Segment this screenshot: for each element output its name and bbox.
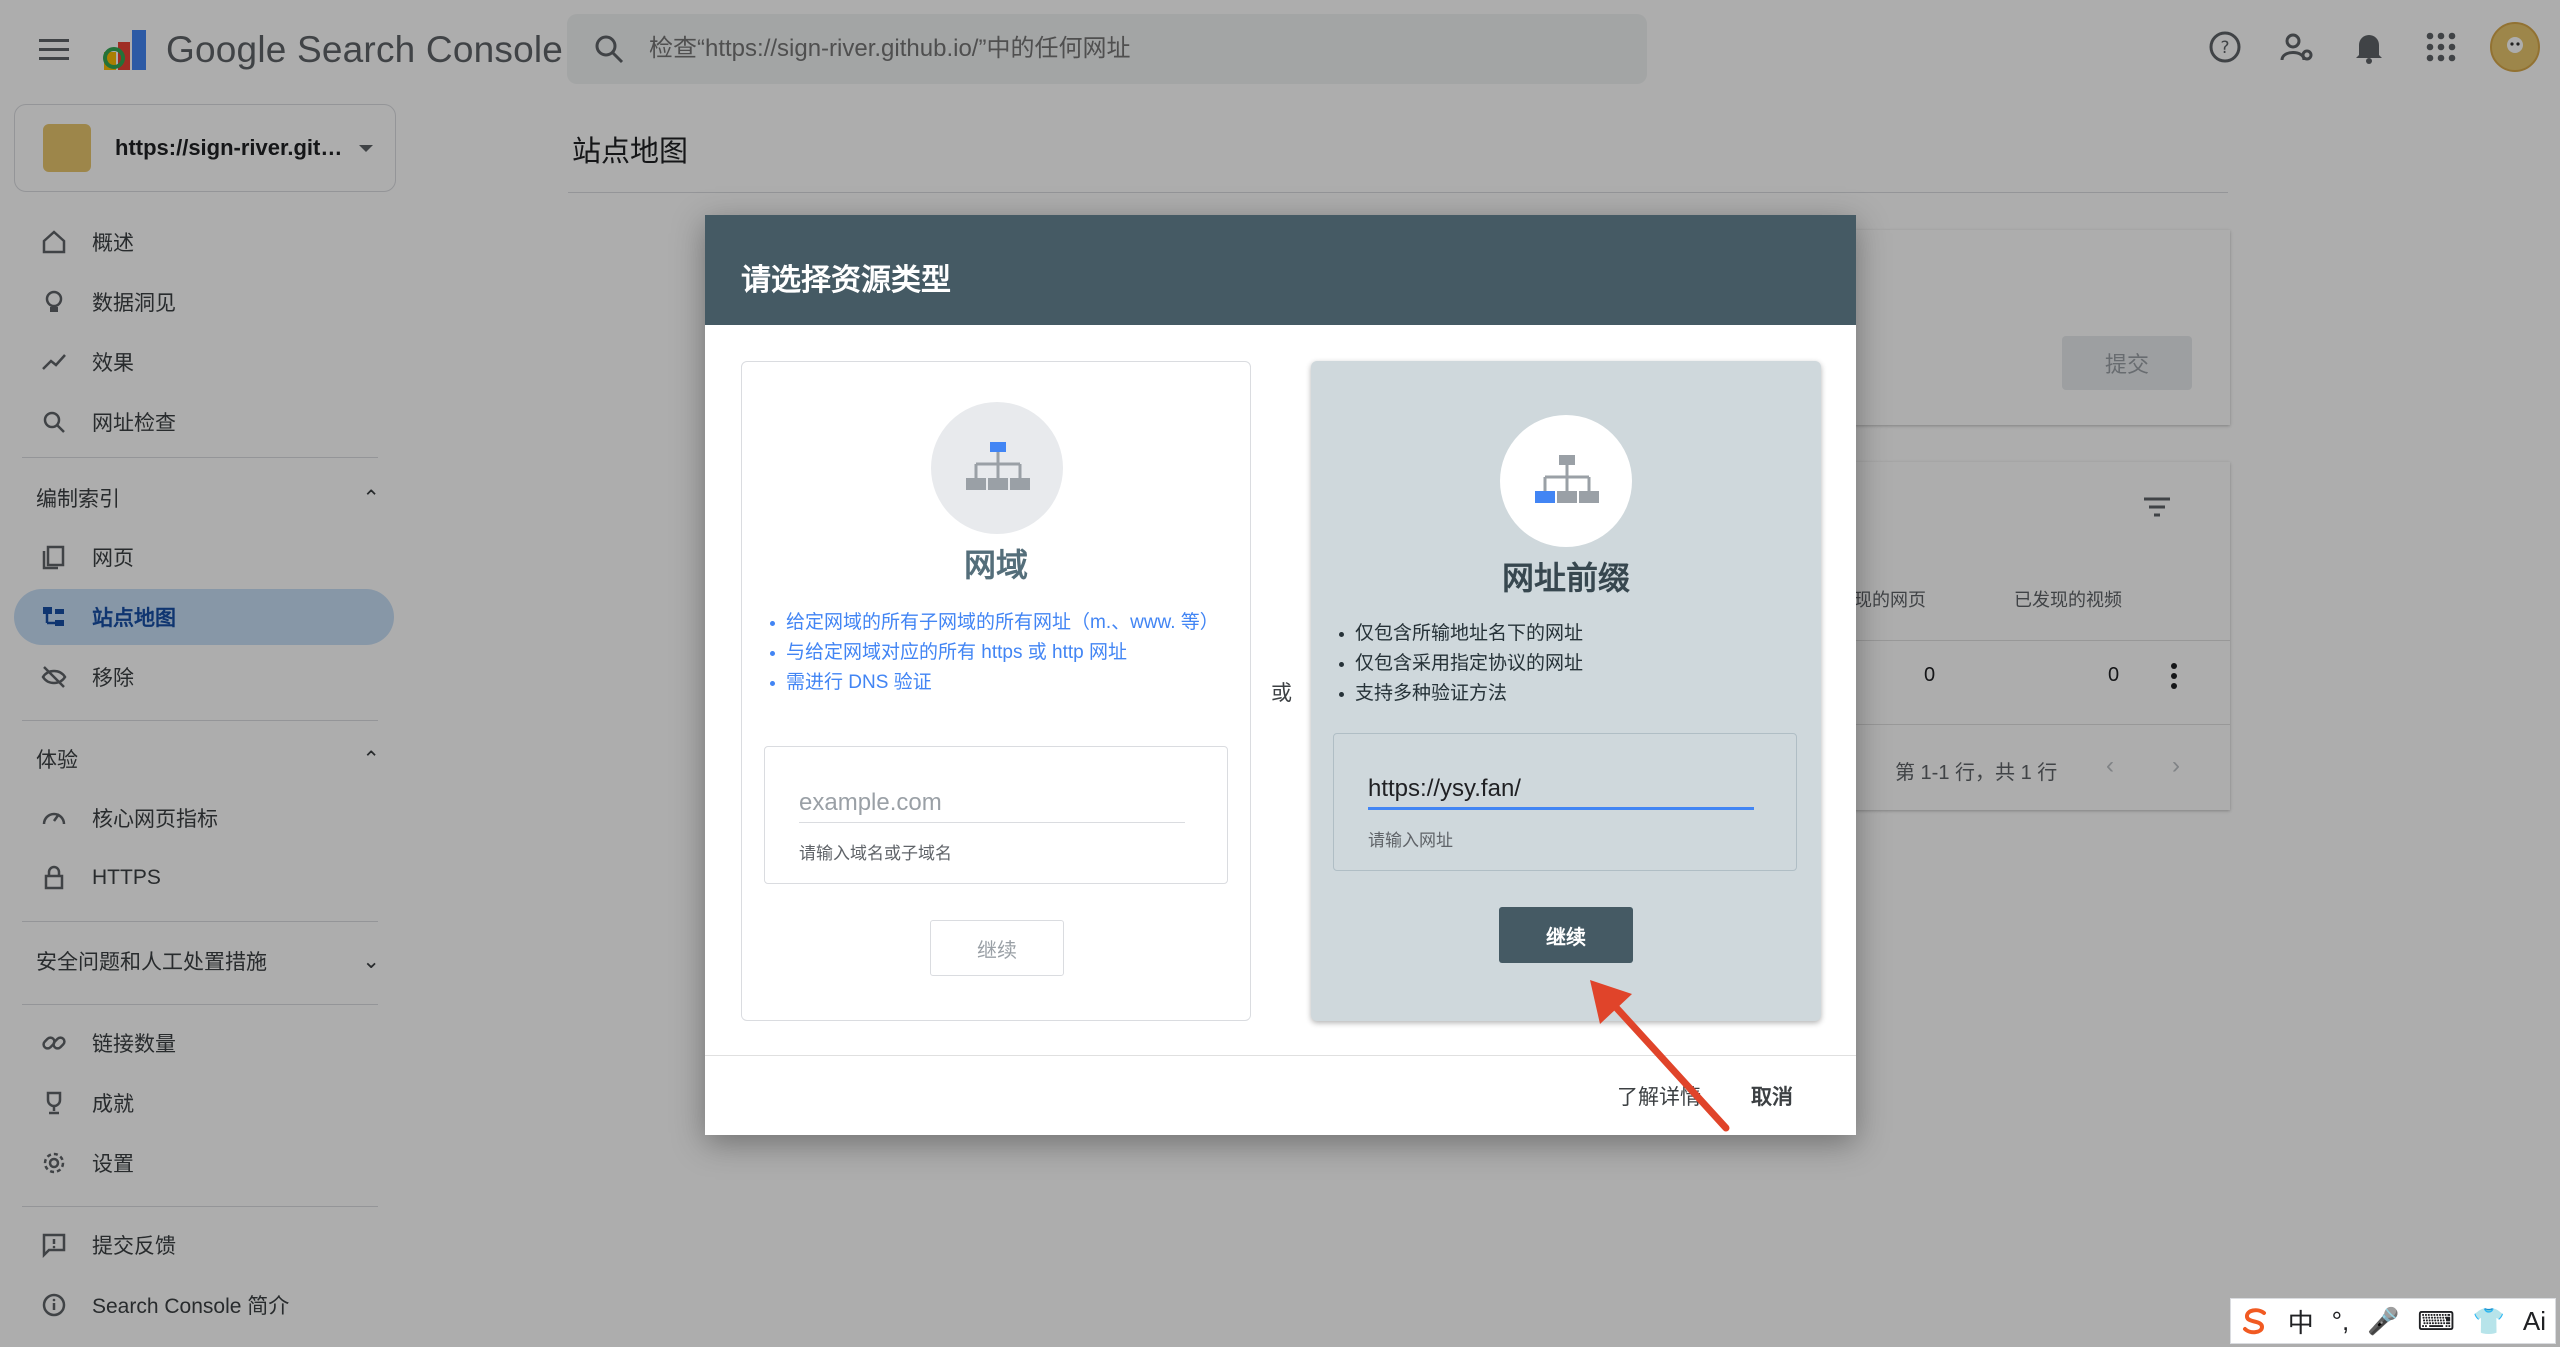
domain-option-bullets: 给定网域的所有子网域的所有网址（m.、www. 等） 与给定网域对应的所有 ht… [770,608,1219,698]
dialog-header: 请选择资源类型 [705,215,1856,325]
or-separator: 或 [1271,682,1292,705]
list-item: 支持多种验证方法 [1339,679,1779,709]
list-item: 仅包含所输地址名下的网址 [1339,619,1779,649]
url-prefix-option-title: 网址前缀 [1501,560,1630,596]
list-item: 需进行 DNS 验证 [770,668,1210,698]
ime-toolbar: 中 °, 🎤 ⌨ 👕 Ai [2230,1298,2556,1344]
url-prefix-option-badge [1500,415,1632,547]
domain-field-container: 请输入域名或子域名 [764,746,1228,884]
dialog-title: 请选择资源类型 [741,264,951,297]
list-item: 给定网域的所有子网域的所有网址（m.、www. 等） [770,608,1219,638]
url-prefix-field-help: 请输入网址 [1368,831,1453,850]
url-prefix-input[interactable] [1368,770,1754,810]
list-item: 与给定网域对应的所有 https 或 http 网址 [770,638,1210,668]
domain-continue-button[interactable]: 继续 [930,920,1064,976]
list-item: 仅包含采用指定协议的网址 [1339,649,1779,679]
ai-assistant-icon[interactable]: Ai [2523,1306,2546,1337]
ime-mode-chinese[interactable]: 中 [2288,1303,2314,1340]
url-prefix-option-card[interactable]: 网址前缀 仅包含所输地址名下的网址 仅包含采用指定协议的网址 支持多种验证方法 … [1311,361,1821,1021]
domain-option-title: 网域 [963,547,1028,583]
url-prefix-field-container: 请输入网址 [1333,733,1797,871]
annotation-arrow-icon [1590,980,1730,1132]
domain-option-badge [931,402,1063,534]
domain-field-help: 请输入域名或子域名 [799,844,952,863]
sitemap-tree-icon [1535,455,1599,503]
sogou-logo-icon[interactable] [2240,1306,2270,1336]
keyboard-icon[interactable]: ⌨ [2417,1306,2455,1337]
url-prefix-continue-button[interactable]: 继续 [1499,907,1633,963]
sitemap-tree-icon [966,442,1030,490]
domain-option-card[interactable]: 网域 给定网域的所有子网域的所有网址（m.、www. 等） 与给定网域对应的所有… [741,361,1251,1021]
microphone-icon[interactable]: 🎤 [2367,1306,2399,1337]
domain-input[interactable] [799,783,1185,823]
cancel-button[interactable]: 取消 [1751,1081,1793,1111]
url-prefix-option-bullets: 仅包含所输地址名下的网址 仅包含采用指定协议的网址 支持多种验证方法 [1339,619,1779,709]
skin-icon[interactable]: 👕 [2473,1306,2505,1337]
ime-punctuation-icon[interactable]: °, [2332,1306,2350,1337]
